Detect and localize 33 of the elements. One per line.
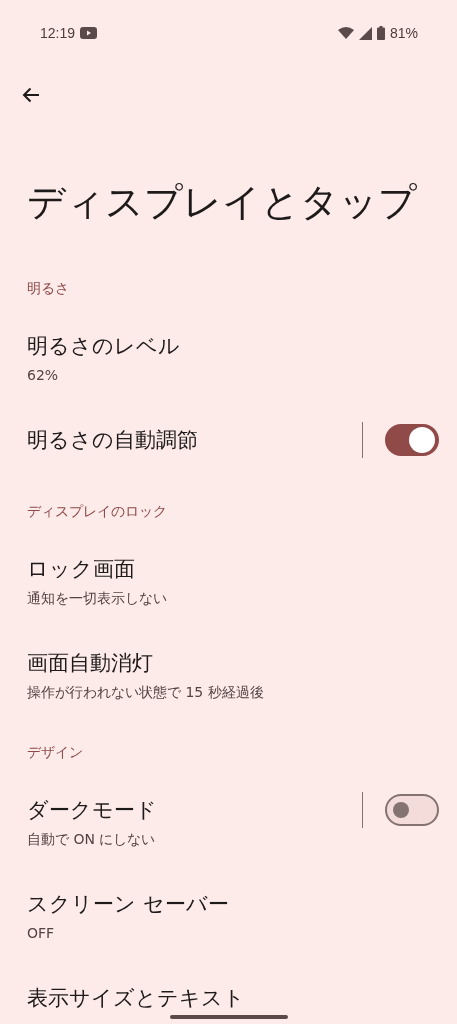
settings-item[interactable]: 明るさの自動調節 [0, 400, 457, 476]
item-title: 画面自動消灯 [27, 650, 154, 677]
item-summary: OFF [27, 924, 56, 942]
item-title: スクリーン セーバー [27, 891, 229, 918]
item-title: 明るさのレベル [27, 333, 180, 360]
toggle-switch[interactable] [385, 424, 439, 456]
item-summary: 62% [27, 366, 60, 384]
settings-item[interactable]: ロック画面 通知を一切表示しない [0, 529, 457, 623]
settings-item[interactable]: スクリーン セーバー OFF [0, 864, 457, 958]
section-header: デザイン [26, 743, 84, 762]
settings-item[interactable]: 明るさのレベル 62% [0, 306, 457, 400]
toggle-switch[interactable] [385, 794, 439, 826]
section-header: 明るさ [26, 279, 70, 298]
item-title: 明るさの自動調節 [27, 427, 198, 454]
navigation-handle[interactable] [170, 1015, 288, 1019]
item-title: ダークモード [27, 797, 157, 824]
settings-item[interactable]: ダークモード 自動で ON にしない [0, 770, 457, 864]
battery-icon [376, 26, 385, 40]
settings-item[interactable]: 表示サイズとテキスト [0, 958, 457, 1024]
item-summary: 通知を一切表示しない [27, 589, 167, 607]
item-summary: 自動で ON にしない [27, 830, 157, 848]
item-title: 表示サイズとテキスト [27, 985, 245, 1012]
settings-item[interactable]: 画面自動消灯 操作が行われない状態で 15 秒経過後 [0, 623, 457, 717]
signal-icon [358, 26, 372, 40]
wifi-icon [337, 27, 354, 39]
item-summary: 操作が行われない状態で 15 秒経過後 [27, 683, 264, 701]
back-arrow-icon [22, 87, 40, 103]
battery-percent: 81% [389, 25, 418, 41]
page-title: ディスプレイとタップ [26, 179, 418, 226]
section-header: ディスプレイのロック [26, 502, 168, 521]
video-app-icon [80, 27, 98, 39]
item-title: ロック画面 [27, 556, 136, 583]
status-time: 12:19 [40, 25, 76, 41]
